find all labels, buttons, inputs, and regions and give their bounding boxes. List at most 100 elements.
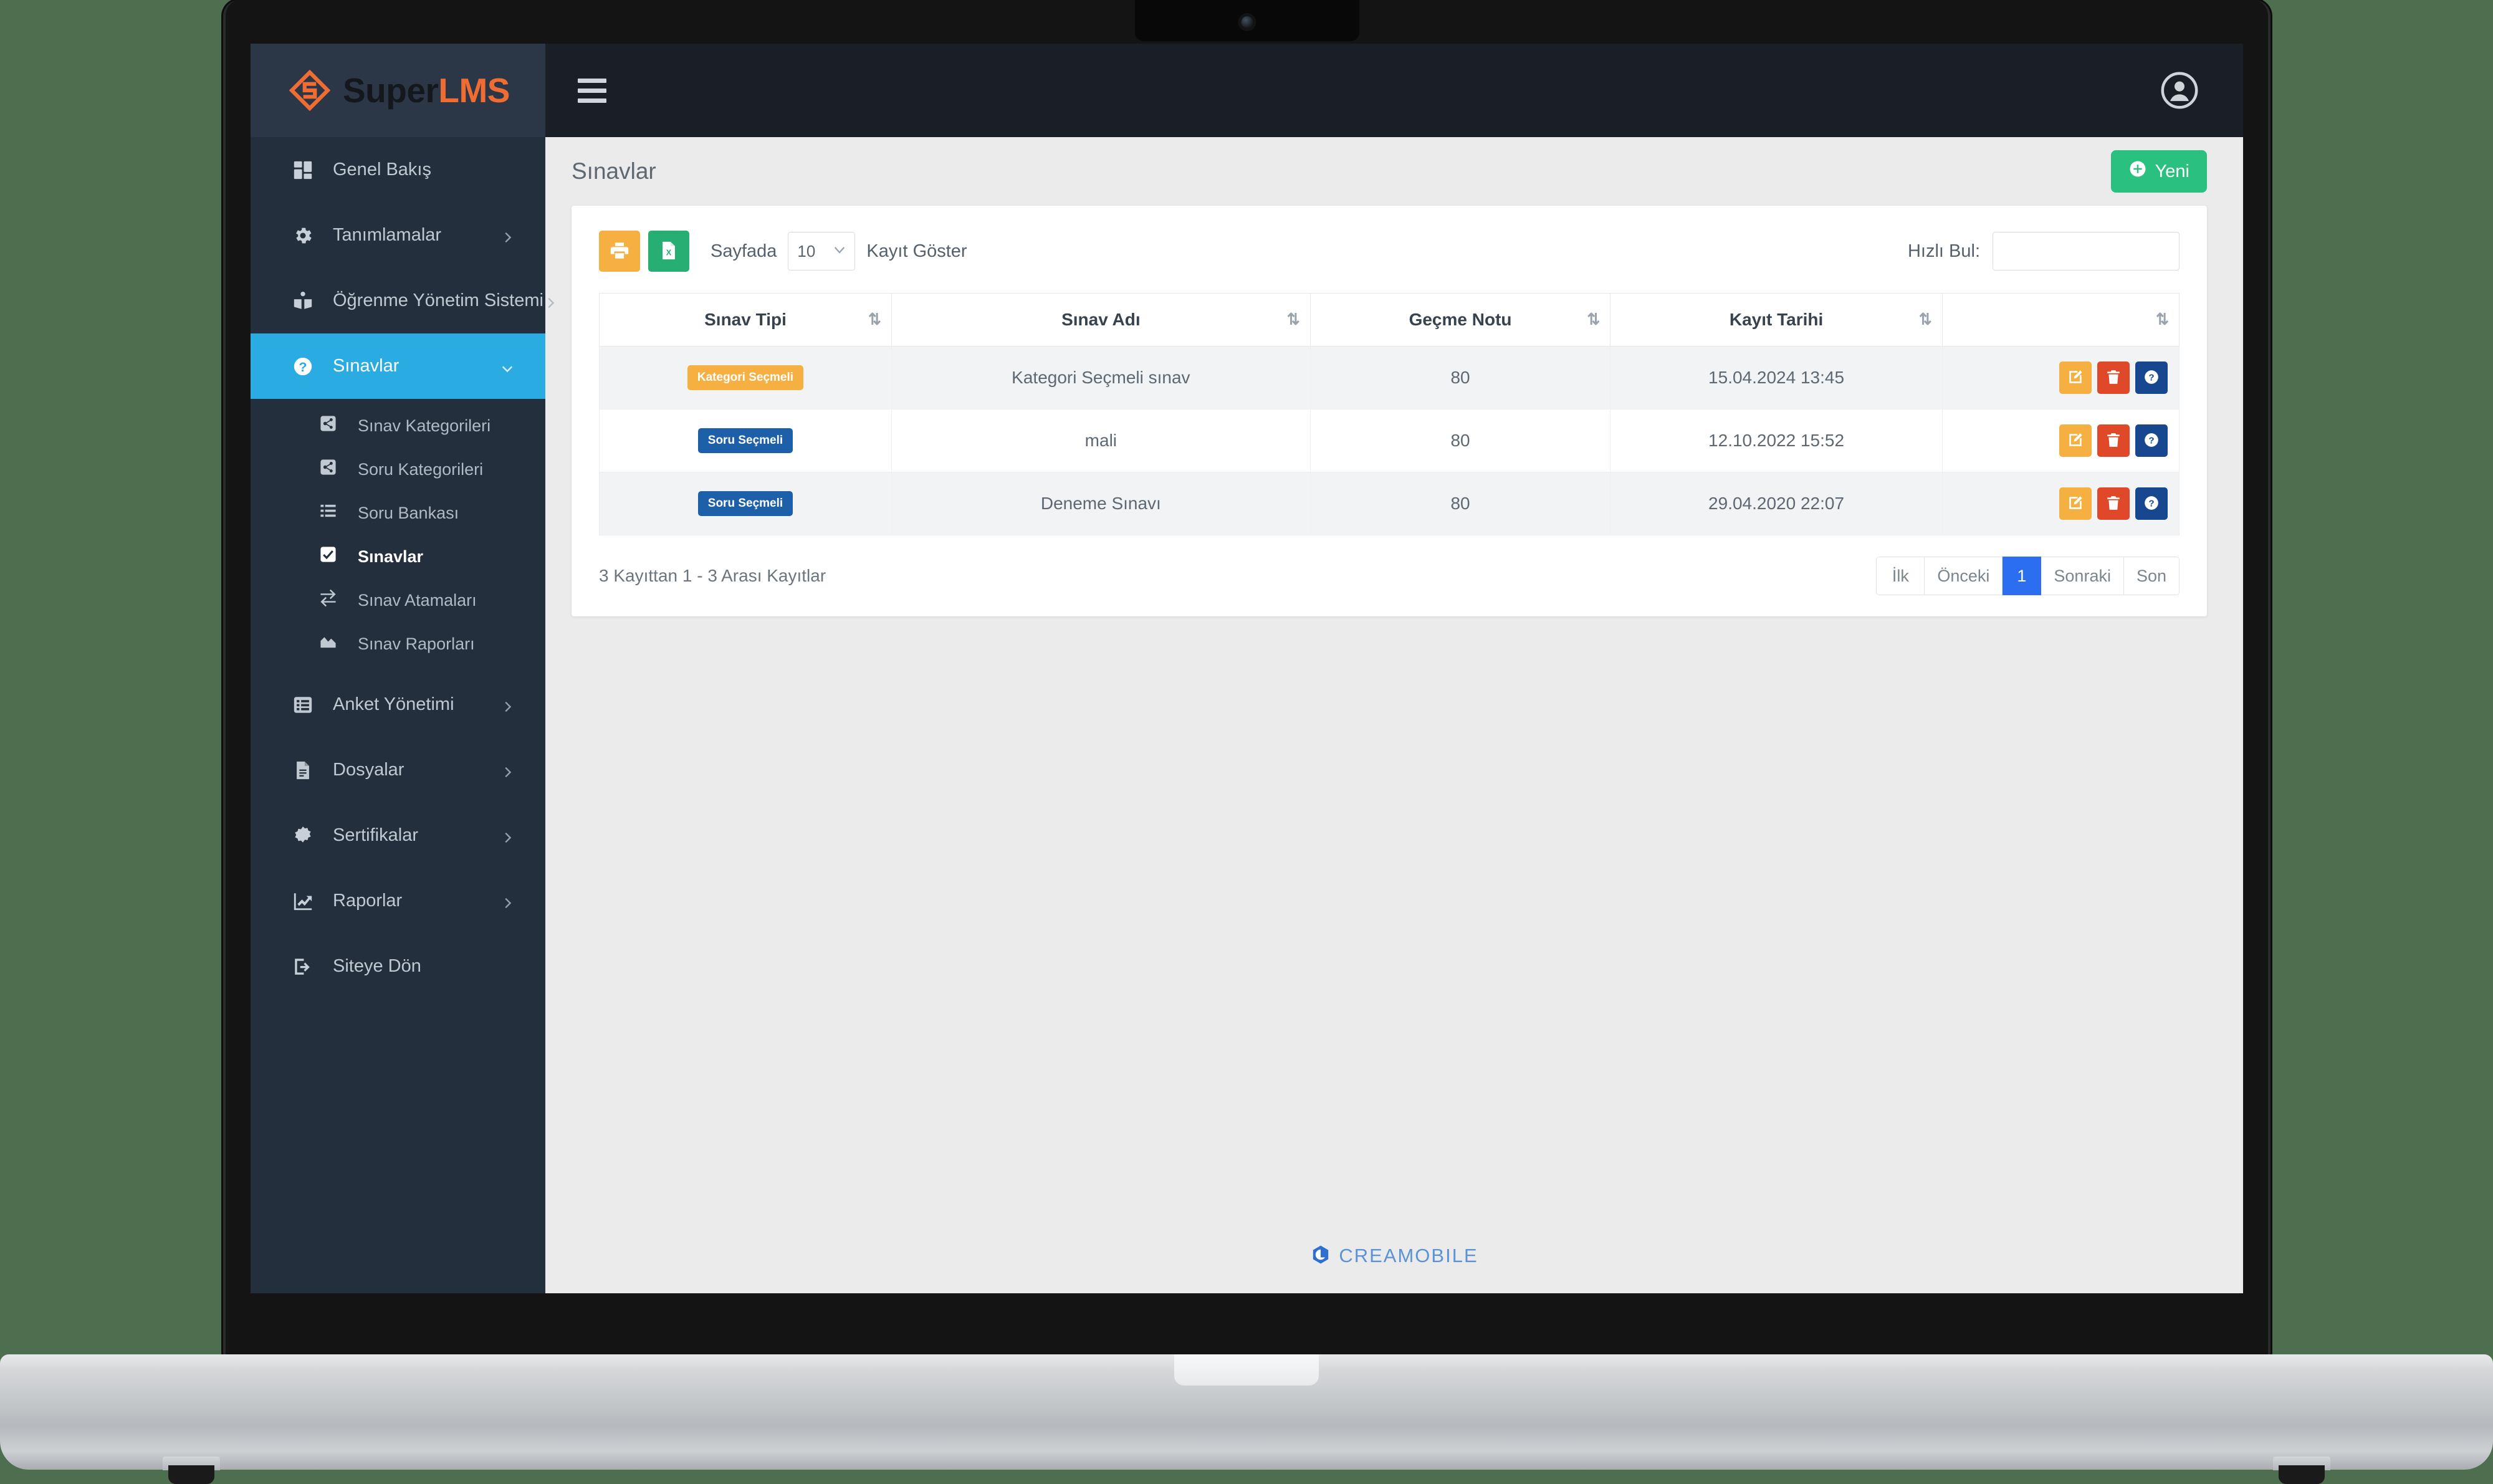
edit-button[interactable] xyxy=(2059,487,2092,520)
sidebar-item-genel-bakis[interactable]: Genel Bakış xyxy=(251,137,545,203)
delete-button[interactable] xyxy=(2097,487,2130,520)
sidebar-item-label: Genel Bakış xyxy=(333,160,431,180)
creamobile-mark-icon xyxy=(1310,1244,1331,1268)
pagination-first[interactable]: İlk xyxy=(1876,557,1925,595)
brand-logo[interactable]: SuperLMS xyxy=(251,44,545,137)
info-button[interactable]: ? xyxy=(2135,361,2168,394)
sidebar-subitem-soru-bankasi[interactable]: Soru Bankası xyxy=(251,491,545,535)
table-body: Kategori Seçmeli Kategori Seçmeli sınav … xyxy=(599,346,2180,535)
status-badge: Soru Seçmeli xyxy=(697,428,793,453)
cell-actions: ? xyxy=(1941,472,2180,535)
brand-text-primary: Super xyxy=(343,70,439,110)
sidebar-item-dosyalar[interactable]: Dosyalar xyxy=(251,737,545,803)
sidebar-item-label: Anket Yönetimi xyxy=(333,694,454,714)
sidebar-item-label: Sınavlar xyxy=(333,356,400,376)
screen: SuperLMS Genel Bakış Tanımlamalar Öğrenm… xyxy=(251,44,2243,1293)
laptop-foot-right xyxy=(2279,1465,2325,1484)
sidebar-item-siteye-don[interactable]: Siteye Dön xyxy=(251,934,545,999)
cell-sinav-adi: Deneme Sınavı xyxy=(891,472,1311,535)
column-header-sinav-adi[interactable]: Sınav Adı ⇅ xyxy=(891,293,1311,347)
status-badge: Kategori Seçmeli xyxy=(687,365,804,390)
sign-out-icon xyxy=(289,954,317,979)
sidebar-subitem-label: Sınav Atamaları xyxy=(358,590,477,610)
cell-actions: ? xyxy=(1941,346,2180,409)
sidebar-item-ogrenme-yonetim-sistemi[interactable]: Öğrenme Yönetim Sistemi xyxy=(251,268,555,333)
sidebar-subitem-sinav-atamalari[interactable]: Sınav Atamaları xyxy=(251,578,545,622)
sort-icon: ⇅ xyxy=(1286,310,1300,328)
chevron-right-icon xyxy=(500,764,514,777)
info-button[interactable]: ? xyxy=(2135,424,2168,457)
edit-button[interactable] xyxy=(2059,424,2092,457)
plus-circle-icon xyxy=(2128,160,2147,183)
sidebar-subitem-label: Soru Kategorileri xyxy=(358,459,484,479)
question-circle-icon: ? xyxy=(2143,495,2160,513)
gear-icon xyxy=(289,223,317,248)
cell-sinav-adi: mali xyxy=(891,409,1311,472)
column-header-actions[interactable]: ⇅ xyxy=(1941,293,2180,347)
toolbar-left: X Sayfada 10 Kayıt Göster xyxy=(599,231,967,272)
delete-button[interactable] xyxy=(2097,361,2130,394)
table-row[interactable]: Soru Seçmeli Deneme Sınavı 80 29.04.2020… xyxy=(599,472,2180,535)
sidebar-item-anket-yonetimi[interactable]: Anket Yönetimi xyxy=(251,672,545,737)
new-button[interactable]: Yeni xyxy=(2110,150,2207,193)
sidebar-item-raporlar[interactable]: Raporlar xyxy=(251,868,545,934)
cell-gecme-notu: 80 xyxy=(1309,472,1611,535)
sidebar-subitem-sinav-kategorileri[interactable]: Sınav Kategorileri xyxy=(251,404,545,448)
graduation-icon xyxy=(289,289,317,314)
table-row[interactable]: Soru Seçmeli mali 80 12.10.2022 15:52 ? xyxy=(599,409,2180,472)
svg-text:?: ? xyxy=(2148,498,2154,509)
page-length-prefix-label: Sayfada xyxy=(711,241,777,261)
pagination-last[interactable]: Son xyxy=(2123,557,2180,595)
cell-sinav-tipi: Soru Seçmeli xyxy=(599,472,892,535)
sidebar-subitem-label: Sınav Raporları xyxy=(358,634,475,653)
column-header-kayit-tarihi[interactable]: Kayıt Tarihi ⇅ xyxy=(1610,293,1943,347)
table-row[interactable]: Kategori Seçmeli Kategori Seçmeli sınav … xyxy=(599,346,2180,409)
hamburger-menu-icon[interactable] xyxy=(578,76,615,105)
sort-icon: ⇅ xyxy=(1918,310,1932,328)
superlms-logo-icon xyxy=(289,69,331,112)
exams-datatable-card: X Sayfada 10 Kayıt Göster Hızlı Bul: Sın… xyxy=(572,206,2207,616)
table-list-icon xyxy=(289,692,317,717)
sidebar-item-sinavlar[interactable]: ? Sınavlar xyxy=(251,333,545,399)
row-action-group: ? xyxy=(1954,424,2168,457)
svg-text:?: ? xyxy=(2148,435,2154,446)
sidebar-subitem-sinavlar[interactable]: Sınavlar xyxy=(251,535,545,578)
chevron-down-icon xyxy=(500,360,514,373)
sidebar-subitem-sinav-raporlari[interactable]: Sınav Raporları xyxy=(251,622,545,666)
webcam-notch xyxy=(1134,0,1359,41)
sidebar-submenu-sinavlar: Sınav Kategorileri Soru Kategorileri Sor… xyxy=(251,399,545,672)
pagination-page-1[interactable]: 1 xyxy=(2003,557,2042,595)
sidebar-item-label: Raporlar xyxy=(333,891,403,911)
sidebar-item-tanimlamalar[interactable]: Tanımlamalar xyxy=(251,203,545,268)
search-input[interactable] xyxy=(1993,232,2180,270)
sidebar-item-label: Öğrenme Yönetim Sistemi xyxy=(333,290,543,310)
sitemap-icon xyxy=(319,458,344,481)
info-button[interactable]: ? xyxy=(2135,487,2168,520)
creamobile-logo[interactable]: CREAMOBILE xyxy=(1310,1244,1478,1268)
cell-sinav-tipi: Soru Seçmeli xyxy=(599,409,892,472)
cell-kayit-tarihi: 12.10.2022 15:52 xyxy=(1610,409,1943,472)
chart-area-icon xyxy=(319,633,344,655)
delete-button[interactable] xyxy=(2097,424,2130,457)
file-icon xyxy=(289,758,317,783)
pencil-square-icon xyxy=(2067,369,2084,387)
chevron-right-icon xyxy=(500,894,514,908)
column-header-gecme-notu[interactable]: Geçme Notu ⇅ xyxy=(1309,293,1611,347)
record-count-info: 3 Kayıttan 1 - 3 Arası Kayıtlar xyxy=(599,566,826,585)
page-title: Sınavlar xyxy=(572,158,656,184)
sidebar-item-label: Siteye Dön xyxy=(333,956,421,976)
pagination-next[interactable]: Sonraki xyxy=(2041,557,2124,595)
page-length-select[interactable]: 10 xyxy=(788,232,856,270)
column-header-sinav-tipi[interactable]: Sınav Tipi ⇅ xyxy=(599,293,892,347)
pagination: İlk Önceki 1 Sonraki Son xyxy=(1876,557,2180,595)
webcam-icon xyxy=(1241,16,1253,28)
cell-kayit-tarihi: 29.04.2020 22:07 xyxy=(1610,472,1943,535)
sidebar-item-sertifikalar[interactable]: Sertifikalar xyxy=(251,803,545,868)
sort-icon: ⇅ xyxy=(2156,310,2169,328)
sidebar-subitem-soru-kategorileri[interactable]: Soru Kategorileri xyxy=(251,448,545,491)
pagination-prev[interactable]: Önceki xyxy=(1925,557,2003,595)
user-avatar-icon[interactable] xyxy=(2160,70,2199,110)
edit-button[interactable] xyxy=(2059,361,2092,394)
print-button[interactable] xyxy=(599,231,640,272)
excel-export-button[interactable]: X xyxy=(648,231,689,272)
